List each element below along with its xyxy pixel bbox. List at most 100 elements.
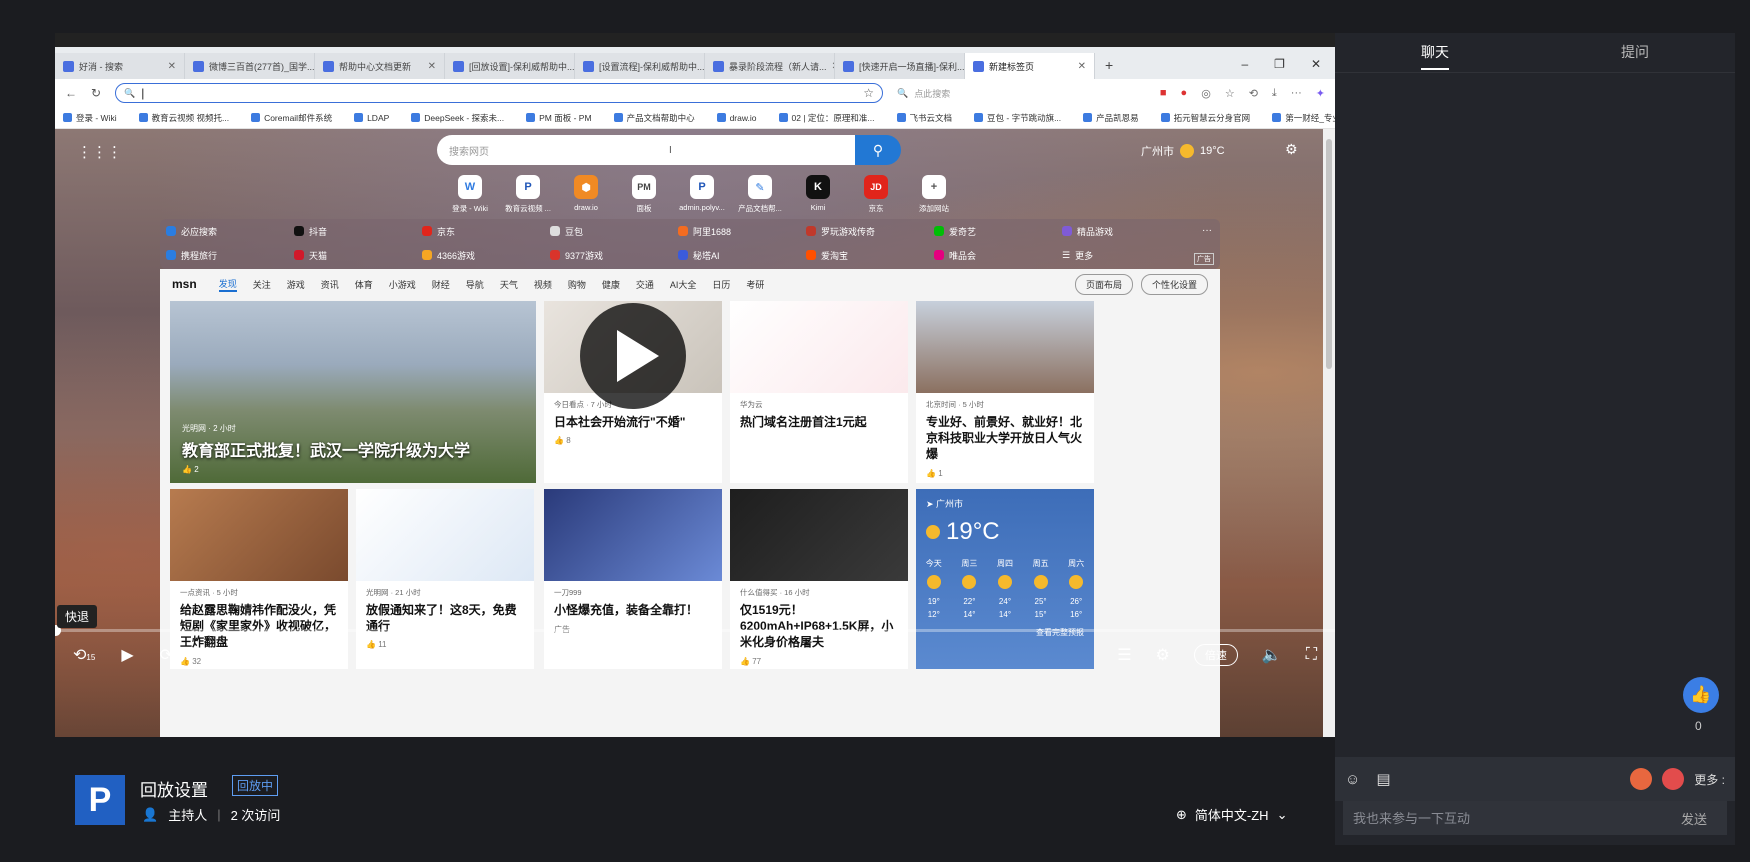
bookmark-bar: 登录 - Wiki 教育云视频 视频托... Coremail邮件系统 LDAP…: [55, 107, 1335, 129]
browser-tab-bar: 好消 - 搜索✕ 微博三百首(277首)_国学...✕ 帮助中心文档更新✕ [回…: [55, 47, 1335, 79]
weather-temp: 19°C: [946, 518, 1000, 545]
feed-tab: 小游戏: [388, 279, 416, 290]
news-likes: 👍 8: [554, 436, 571, 446]
tab-favicon: [843, 60, 854, 72]
news-source: 一点资讯 · 5 小时: [180, 588, 238, 597]
weather-city: 广州市: [936, 499, 964, 509]
play-overlay-button[interactable]: [580, 303, 686, 409]
feed-tab: 购物: [567, 279, 586, 290]
add-icon: +: [922, 175, 946, 199]
browser-tab: [回放设置]-保利威帮助中...✕: [445, 53, 575, 79]
feed-tab: 视频: [533, 279, 552, 290]
news-title: 小怪爆充值，装备全靠打！: [554, 603, 699, 617]
menu-dots-icon: ···: [1290, 86, 1302, 99]
host-row: 👤 主持人 | 2 次访问: [142, 805, 280, 824]
like-count: 0: [1695, 719, 1702, 733]
history-icon: ⟲: [1248, 87, 1258, 100]
favorites-icon: ☆: [1224, 87, 1235, 100]
notes-button[interactable]: ▤: [1376, 770, 1390, 788]
send-button[interactable]: 发送: [1671, 809, 1717, 828]
speed-button[interactable]: 倍速: [1193, 644, 1238, 666]
bookmark-item: 教育云视频 视频托...: [138, 112, 229, 124]
forward-15-button[interactable]: ⟳15: [160, 645, 182, 665]
bookmark-label: 产品文档帮助中心: [626, 112, 695, 123]
play-button[interactable]: ▶: [121, 645, 133, 665]
tab-favicon: [193, 60, 204, 72]
shortcut-icon: W: [458, 175, 482, 199]
news-photo: [170, 489, 348, 581]
url-field: 🔍 | ☆: [115, 83, 884, 103]
forecast-high: 19°: [927, 597, 940, 606]
bookmark-item: PM 面板 - PM: [526, 112, 592, 124]
tab-chat[interactable]: 聊天: [1335, 33, 1535, 72]
bookmark-item: draw.io: [716, 112, 757, 123]
quick-link: 京东: [422, 225, 550, 238]
more-icon: ···: [1202, 225, 1212, 236]
gift-button[interactable]: [1662, 768, 1685, 790]
shortcut-icon: P: [516, 175, 540, 199]
shortcut-icon: ⬢: [574, 175, 598, 199]
browser-tab: 帮助中心文档更新 ✕: [315, 53, 445, 79]
gear-icon: ⚙: [1285, 141, 1298, 157]
chat-input-row: 发送: [1343, 801, 1727, 835]
news-photo: [356, 489, 534, 581]
like-button[interactable]: 👍: [1683, 677, 1719, 713]
rewind-15-button[interactable]: ⟲15: [73, 645, 95, 665]
volume-button[interactable]: 🔈: [1262, 645, 1282, 665]
progress-bar[interactable]: [55, 625, 1335, 636]
weather-temp: 19°C: [1200, 145, 1225, 157]
shortcut-icon: JD: [864, 175, 888, 199]
fullscreen-icon: ⛶: [1305, 646, 1317, 663]
forecast-low: 14°: [998, 610, 1012, 619]
window-controls: – ❐ ✕: [1227, 57, 1335, 79]
fullscreen-button[interactable]: ⛶: [1306, 646, 1317, 664]
forecast-low: 14°: [963, 610, 976, 619]
quick-link-label: 爱淘宝: [821, 250, 849, 261]
bookmark-item: 产品文档帮助中心: [613, 112, 695, 124]
feed-tab: 天气: [499, 279, 518, 290]
more-button[interactable]: 更多 :: [1694, 771, 1725, 788]
tab-favicon: [973, 60, 984, 72]
new-tab-icon: +: [1105, 57, 1114, 73]
shortcut-label: 教育云视频 ...: [505, 204, 551, 213]
menu-icon: ☰: [1062, 249, 1071, 260]
bookmark-label: draw.io: [729, 112, 757, 123]
weather-card-city: ➤ 广州市: [926, 499, 964, 509]
like-count: 2: [194, 465, 199, 474]
bookmark-label: 豆包 - 字节跳动旗...: [987, 112, 1062, 123]
ntp-quick-links: 必应搜索 抖音 京东 豆包 阿里1688 罗玩游戏传奇 爱奇艺 精品游戏 携程旅…: [160, 219, 1220, 269]
chat-input[interactable]: [1353, 810, 1671, 826]
video-player[interactable]: 好消 - 搜索✕ 微博三百首(277首)_国学...✕ 帮助中心文档更新✕ [回…: [55, 33, 1335, 737]
settings-button[interactable]: ⚙: [1156, 645, 1170, 665]
language-label: 简体中文-ZH: [1194, 808, 1269, 823]
search-icon: 🔍: [124, 87, 136, 98]
channel-logo: P: [75, 775, 125, 825]
tab-question[interactable]: 提问: [1535, 33, 1735, 72]
tab-favicon: [713, 60, 724, 72]
news-source: 北京时间 · 5 小时: [926, 400, 984, 409]
ntp-weather: 广州市 19°C: [1141, 143, 1225, 159]
sun-icon: [926, 575, 941, 589]
news-source: 一刀999: [554, 588, 582, 597]
feed-tab: 资讯: [320, 279, 339, 290]
bookmark-item: 第一财经_专业创造...: [1272, 112, 1335, 124]
bookmark-label: 飞书云文档: [909, 112, 953, 123]
bookmark-label: DeepSeek - 探索未...: [424, 112, 505, 123]
list-icon: ☰: [1117, 647, 1132, 664]
forecast-day: 今天: [925, 559, 942, 568]
forecast-highs: 19° 22° 24° 25° 26°: [916, 597, 1094, 606]
chapters-button[interactable]: ☰: [1117, 645, 1131, 665]
video-title: 回放设置: [140, 781, 208, 800]
tab-label: [设置流程]-保利威帮助中...: [599, 61, 705, 72]
reward-button[interactable]: [1630, 768, 1653, 790]
news-likes: 👍 2: [182, 465, 199, 474]
browser-search: 🔍 点此搜索: [897, 87, 1077, 100]
download-icon: ⤓: [1271, 86, 1277, 99]
emoji-button[interactable]: ☺: [1345, 771, 1360, 788]
news-source: 华为云: [740, 400, 763, 409]
news-source: 光明网 · 2 小时: [182, 424, 236, 433]
page-layout-button: 页面布局: [1074, 273, 1133, 295]
shortcut-label: admin.polyv...: [679, 203, 725, 212]
forecast-low: 16°: [1070, 610, 1083, 619]
language-selector[interactable]: ⊕ 简体中文-ZH ⌄: [1176, 805, 1287, 824]
